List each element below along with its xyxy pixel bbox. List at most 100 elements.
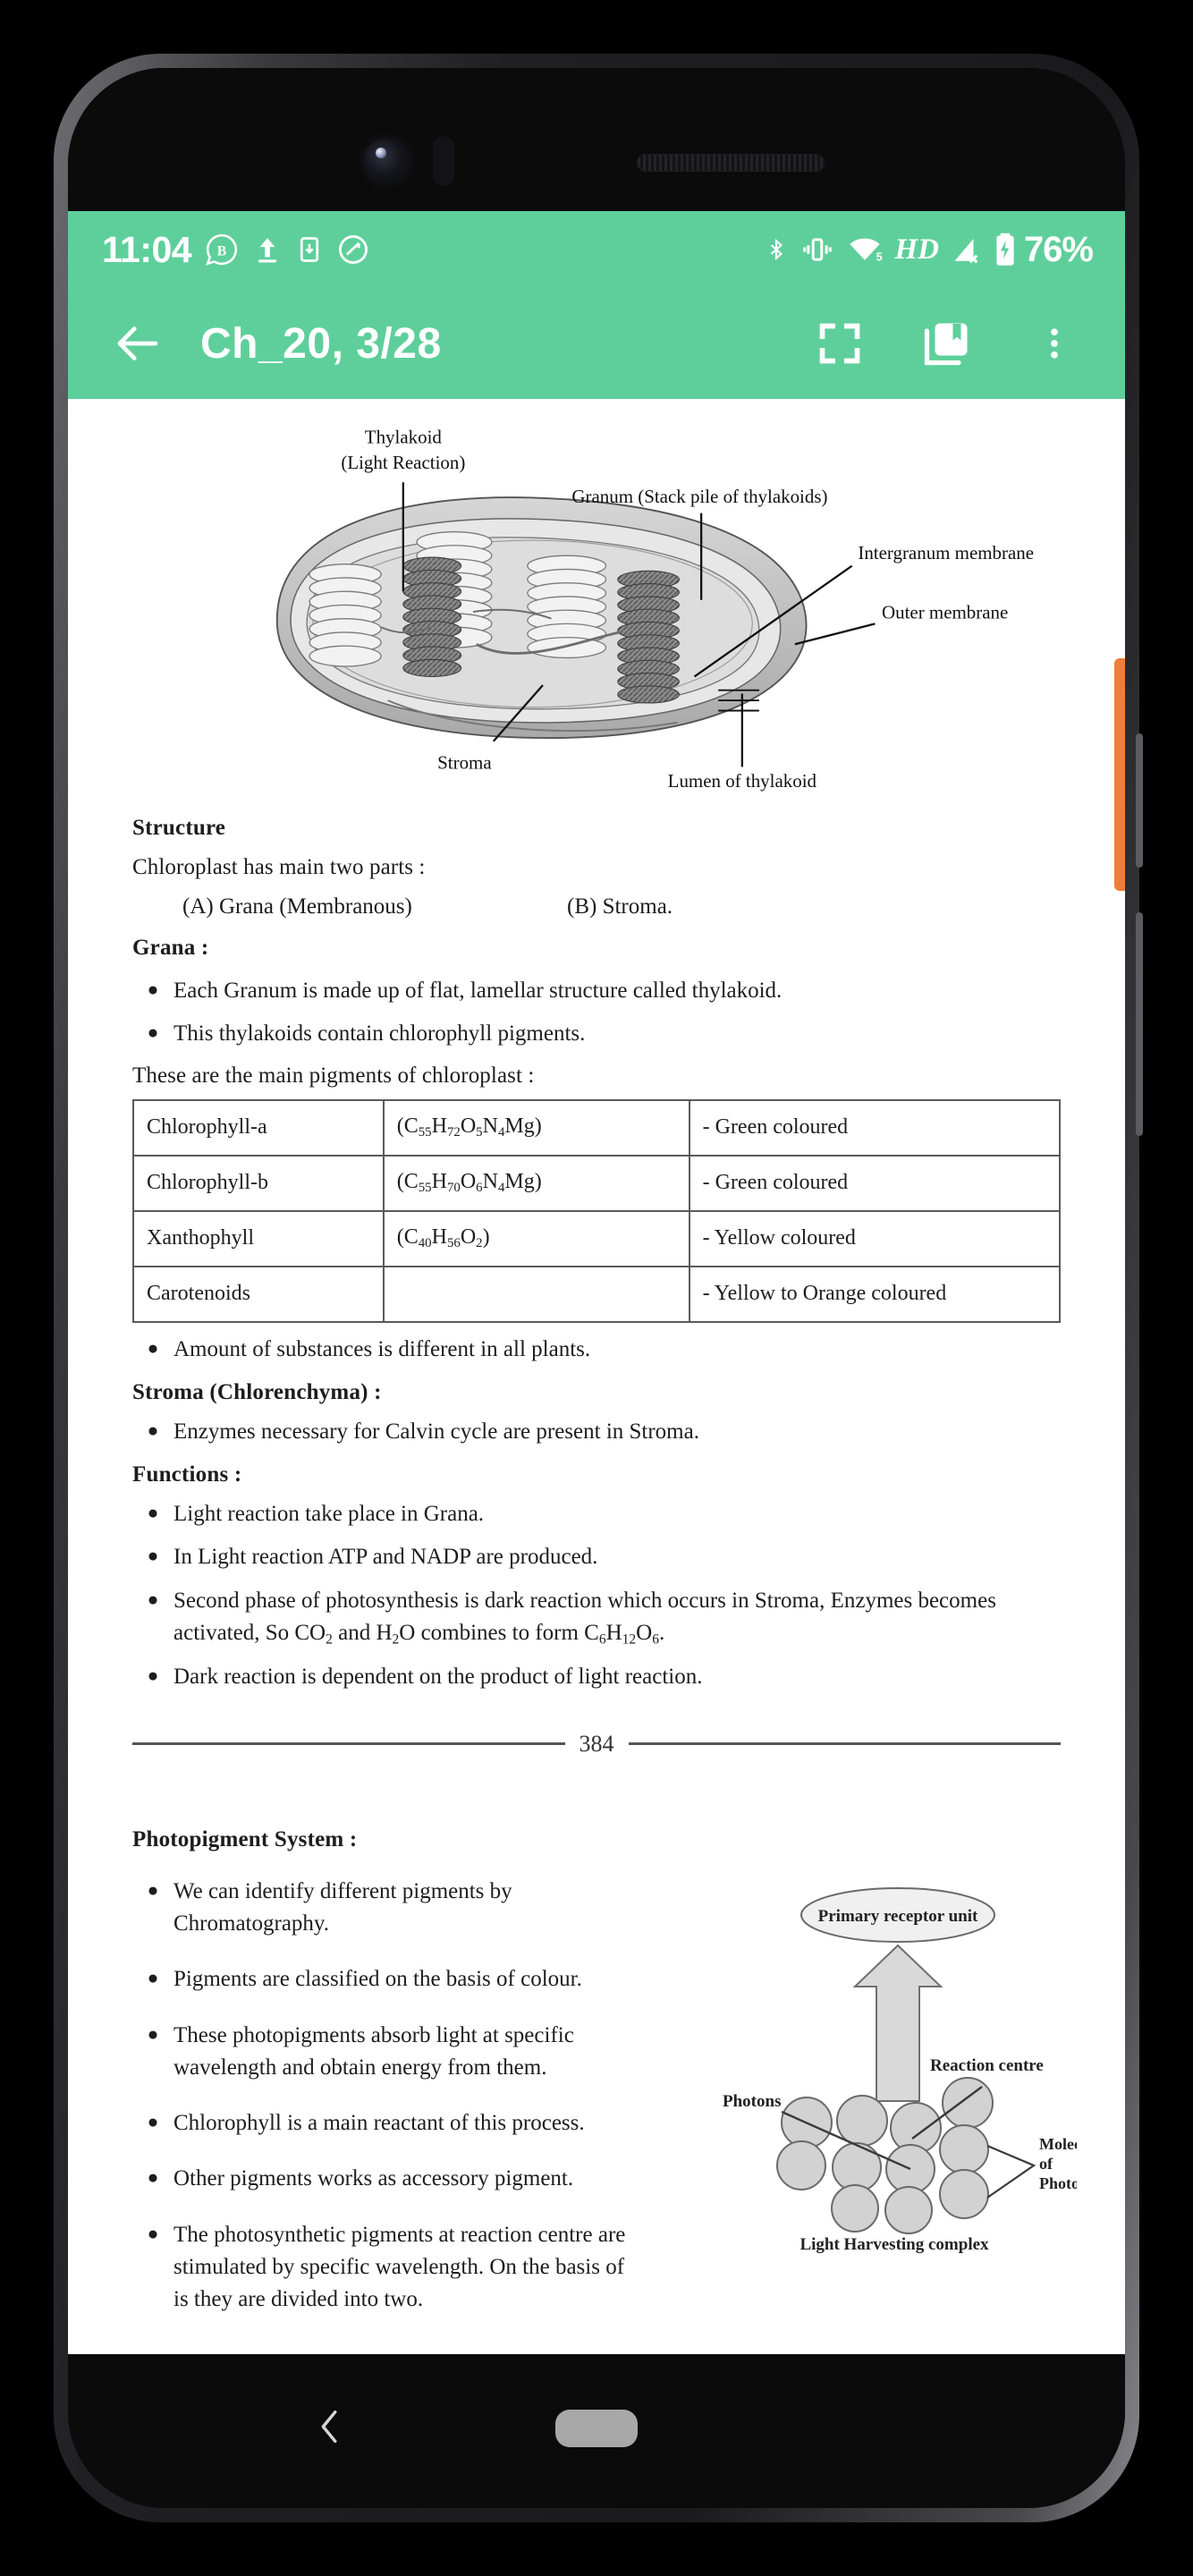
page-scroll-area[interactable]: Thylakoid (Light Reaction) Granum (Stack… [68, 399, 1125, 2354]
label-molecules-2: of [1039, 2155, 1053, 2173]
label-primary-receptor: Primary receptor unit [818, 1907, 978, 1926]
bullet-icon: ● [147, 1664, 159, 1686]
label-molecules-1: Molecules [1039, 2135, 1077, 2153]
cellular-no-signal-icon [954, 239, 978, 264]
pigment-colour-cell: - Green coloured [688, 1098, 1062, 1157]
functions-heading: Functions : [132, 1462, 242, 1487]
do-not-disturb-icon [339, 235, 368, 264]
power-button[interactable] [1136, 733, 1143, 868]
page-number-divider: 384 [132, 1731, 1061, 1758]
pigment-formula-cell: (C40H56O2) [382, 1209, 690, 1267]
list-item: ● Second phase of photosynthesis is dark… [132, 1585, 1061, 1650]
part-b: (B) Stroma. [567, 894, 673, 919]
list-item: ● Amount of substances is different in a… [132, 1334, 1061, 1366]
scroll-indicator[interactable] [1114, 658, 1125, 891]
divider-rule-left [132, 1742, 565, 1746]
grana-heading: Grana : [132, 936, 209, 960]
photopigment-heading: Photopigment System : [132, 1826, 358, 1852]
list-item: ● This thylakoids contain chlorophyll pi… [132, 1018, 1061, 1050]
light-harvesting-complex-diagram: Primary receptor unit Reaction centre Ph… [719, 1881, 1077, 2257]
table-row: Carotenoids - Yellow to Orange coloured [132, 1265, 1062, 1323]
proximity-sensor-icon [433, 136, 454, 186]
hd-voice-icon: HD [894, 233, 939, 266]
bullet-icon: ● [147, 979, 159, 1000]
android-nav-bar [68, 2354, 1125, 2508]
list-item-text: Chlorophyll is a main reactant of this p… [173, 2111, 585, 2136]
book-page-content: Thylakoid (Light Reaction) Granum (Stack… [68, 399, 1125, 2316]
label-outer-membrane: Outer membrane [882, 602, 1008, 623]
library-bookmark-icon [924, 323, 968, 366]
nav-home-pill[interactable] [555, 2410, 638, 2447]
part-a: (A) Grana (Membranous) [182, 894, 412, 919]
arrow-left-icon [117, 326, 158, 360]
label-granum: Granum (Stack pile of thylakoids) [571, 486, 827, 507]
list-item: ● Each Granum is made up of flat, lamell… [132, 975, 1061, 1007]
list-item-text: Other pigments works as accessory pigmen… [173, 2166, 574, 2191]
pigment-colour-cell: - Yellow to Orange coloured [688, 1265, 1062, 1323]
bullet-icon: ● [147, 1878, 159, 1901]
list-item-text: Pigments are classified on the basis of … [173, 1967, 582, 1992]
status-bar-right-group: 5 HD 76% [765, 229, 1094, 270]
list-item-text: The photosynthetic pigments at reaction … [173, 2222, 626, 2312]
pigment-formula-cell [382, 1265, 690, 1323]
label-thylakoid: Thylakoid [365, 426, 443, 447]
label-molecules-3: Photopigments [1039, 2174, 1077, 2192]
battery-percent-label: 76% [1023, 229, 1094, 269]
bookmark-library-button[interactable] [909, 305, 986, 382]
list-item-text: Second phase of photosynthesis is dark r… [173, 1588, 996, 1648]
reader-app: 11:04 B 5 HD 76% Ch_20, 3/28 Thylakoid (… [68, 211, 1125, 2354]
list-item: ● These photopigments absorb light at sp… [132, 2020, 633, 2085]
list-item-text: In Light reaction ATP and NADP are produ… [173, 1545, 598, 1570]
bullet-icon: ● [147, 1545, 159, 1567]
bullet-icon: ● [147, 2111, 159, 2133]
more-vertical-icon [1051, 328, 1058, 359]
list-item-text: Amount of substances is different in all… [173, 1336, 591, 1361]
table-intro: These are the main pigments of chloropla… [132, 1063, 535, 1088]
label-reaction-centre: Reaction centre [930, 2056, 1044, 2075]
pigment-name-cell: Xanthophyll [132, 1209, 385, 1267]
phone-device-frame: 11:04 B 5 HD 76% Ch_20, 3/28 Thylakoid (… [54, 54, 1143, 2522]
label-lhc-caption: Light Harvesting complex [800, 2235, 989, 2254]
structure-heading: Structure [132, 816, 226, 840]
status-bar-left-group: 11:04 B [102, 229, 370, 271]
wifi-icon: 5 [850, 238, 883, 264]
bullet-icon: ● [147, 1336, 159, 1359]
phone-screen: 11:04 B 5 HD 76% Ch_20, 3/28 Thylakoid (… [68, 68, 1125, 2508]
list-item: ● We can identify different pigments by … [132, 1876, 633, 1941]
list-item-text: Dark reaction is dependent on the produc… [173, 1664, 703, 1689]
chevron-left-icon [321, 2410, 337, 2444]
nav-back-button[interactable] [302, 2399, 358, 2454]
list-item: ● Pigments are classified on the basis o… [132, 1963, 633, 1996]
pigment-formula-cell: (C55H72O5N4Mg) [382, 1098, 690, 1157]
photopigment-section: Photopigment System : ● We can identify … [132, 1826, 1077, 2317]
svg-text:B: B [217, 243, 227, 258]
list-item-text: Each Granum is made up of flat, lamellar… [173, 979, 783, 1003]
list-item-text: Enzymes necessary for Calvin cycle are p… [173, 1419, 699, 1444]
toolbar-actions [801, 305, 1098, 382]
chloroplast-diagram: Thylakoid (Light Reaction) Granum (Stack… [132, 420, 1061, 805]
bullet-icon: ● [147, 2222, 159, 2244]
label-lumen: Lumen of thylakoid [668, 770, 817, 792]
list-item: ● The photosynthetic pigments at reactio… [132, 2219, 633, 2317]
back-button[interactable] [95, 301, 181, 386]
table-row: Chlorophyll-a (C55H72O5N4Mg) - Green colou… [132, 1098, 1062, 1157]
bullet-icon: ● [147, 1967, 159, 1989]
app-download-icon [300, 237, 319, 262]
overflow-menu-button[interactable] [1016, 305, 1093, 382]
pigments-table: Chlorophyll-a (C55H72O5N4Mg) - Green colou… [132, 1098, 1062, 1323]
battery-charging-icon [996, 233, 1014, 266]
pigment-colour-cell: - Yellow coloured [688, 1209, 1062, 1267]
list-item-text: We can identify different pigments by Ch… [173, 1878, 512, 1936]
bullet-icon: ● [147, 1588, 159, 1610]
fullscreen-button[interactable] [801, 305, 878, 382]
status-clock: 11:04 [102, 228, 192, 270]
messaging-badge-icon: B [206, 233, 238, 266]
stroma-heading: Stroma (Chlorenchyma) : [132, 1379, 382, 1404]
label-stroma: Stroma [437, 751, 491, 773]
bluetooth-icon [771, 238, 783, 261]
bullet-icon: ● [147, 2166, 159, 2189]
bullet-icon: ● [147, 1419, 159, 1441]
status-bar: 11:04 B 5 HD 76% [68, 211, 1125, 288]
bullet-icon: ● [147, 2022, 159, 2045]
volume-button[interactable] [1136, 912, 1143, 1136]
